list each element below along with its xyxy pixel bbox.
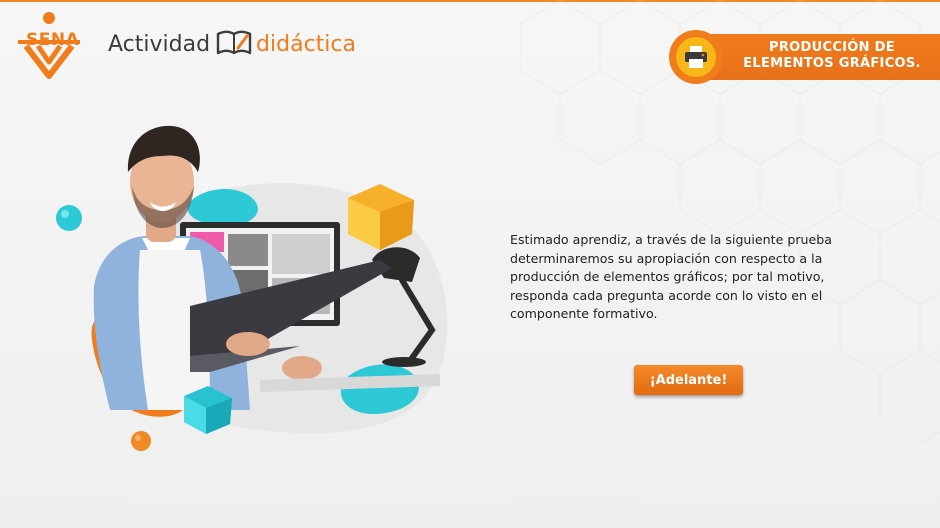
activity-title-word: Actividad — [108, 32, 211, 57]
topic-badge-line-2: ELEMENTOS GRÁFICOS. — [743, 56, 921, 71]
printer-icon — [685, 46, 707, 68]
next-button[interactable]: ¡Adelante! — [634, 365, 743, 395]
topic-badge-title: PRODUCCIÓN DE ELEMENTOS GRÁFICOS. — [727, 40, 937, 72]
sena-logo-text: SENA — [26, 30, 80, 50]
topic-badge: PRODUCCIÓN DE ELEMENTOS GRÁFICOS. — [669, 30, 940, 84]
designer-illustration — [56, 125, 448, 451]
topic-badge-inner — [676, 37, 716, 77]
topic-badge-line-1: PRODUCCIÓN DE — [769, 40, 895, 55]
activity-title-highlight: didáctica — [256, 32, 356, 57]
activity-page: SENA Actividad didáctica PRODUCCIÓN DE E… — [0, 0, 940, 528]
teal-sphere — [56, 205, 82, 231]
open-book-icon — [216, 30, 252, 61]
intro-paragraph: Estimado aprendiz, a través de la siguie… — [510, 232, 832, 321]
orange-sphere — [131, 431, 151, 451]
activity-title: Actividad didáctica — [108, 28, 356, 62]
topic-badge-circle — [669, 30, 723, 84]
sena-logo: SENA — [12, 10, 86, 82]
